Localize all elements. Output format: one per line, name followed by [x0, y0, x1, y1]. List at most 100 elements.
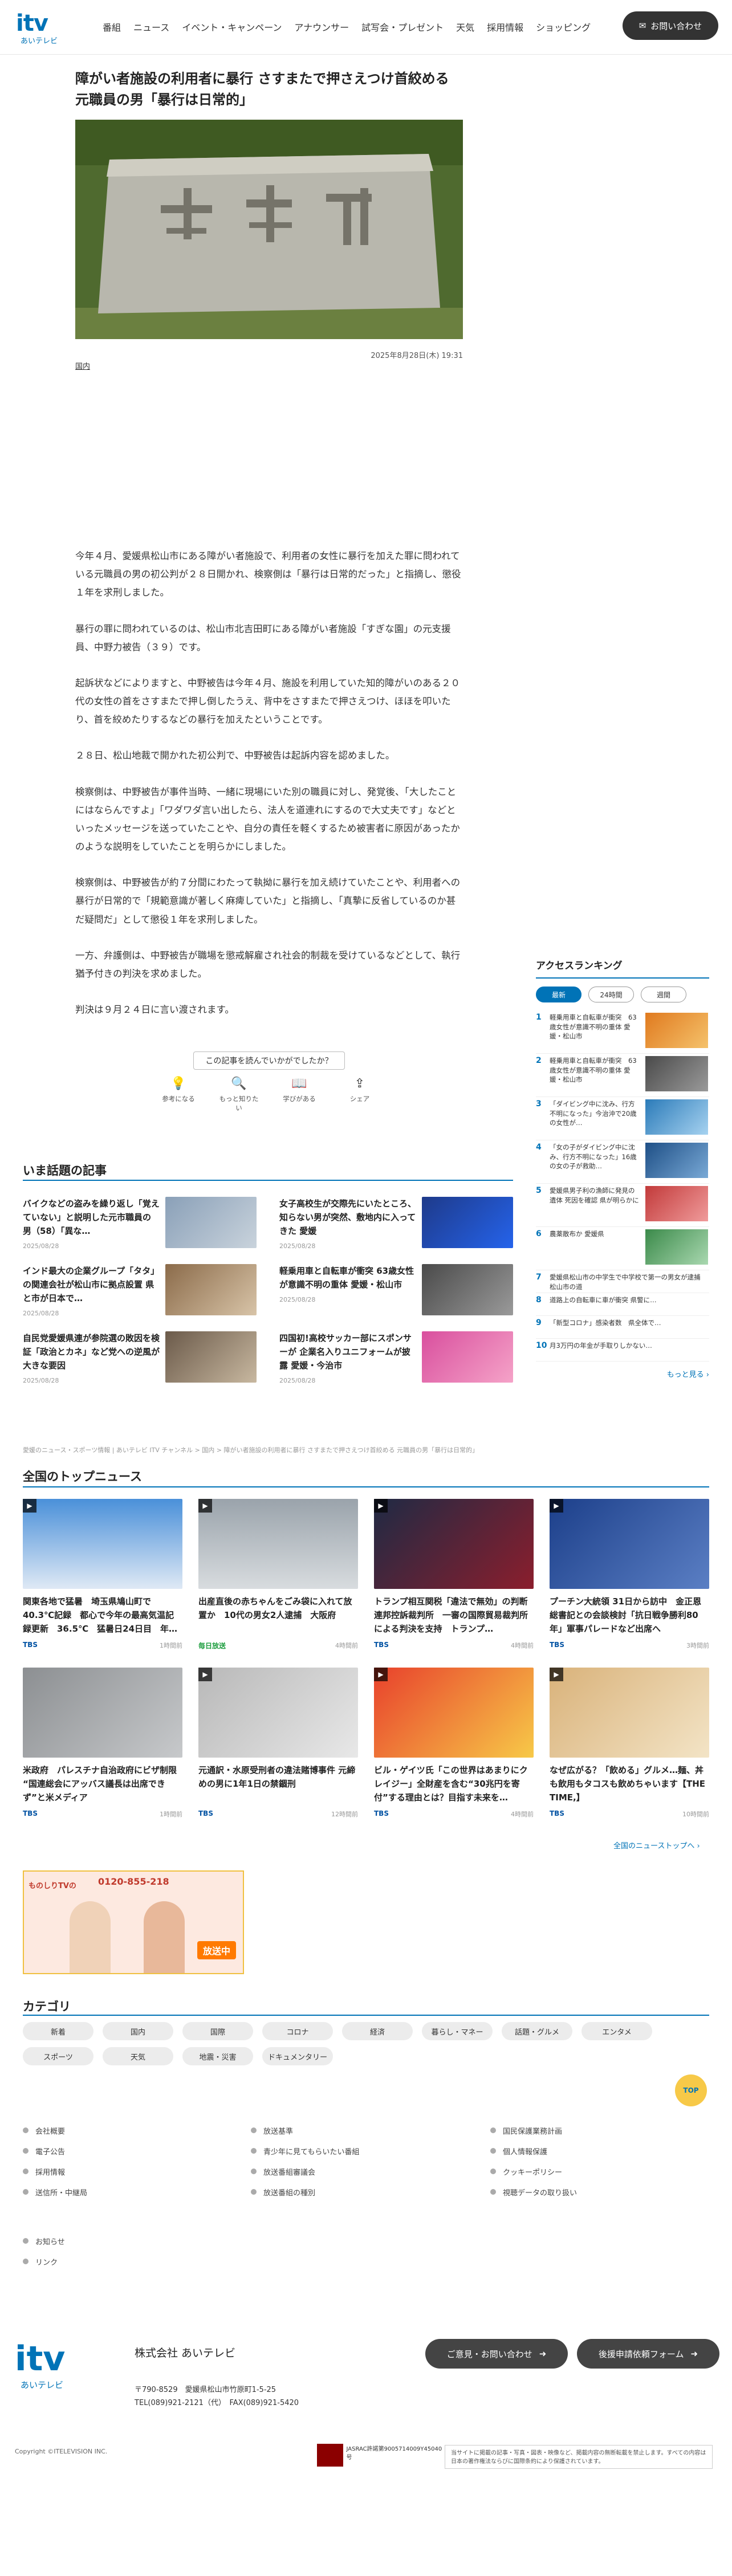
footer-col: 会社概要 電子公告 採用情報 送信所・中継局	[23, 2120, 87, 2202]
footer-link[interactable]: 青少年に見てもらいたい番組	[251, 2141, 359, 2161]
ranking-more-link[interactable]: もっと見る ›	[536, 1368, 709, 1379]
trending-list: バイクなどの盗みを繰り返し「覚えていない」と説明した元市職員の男（58）「異な……	[23, 1197, 513, 1399]
ranking-item[interactable]: 8 道路上の自転車に車が衝突 県警に…	[536, 1293, 709, 1316]
tab-weekly[interactable]: 週間	[641, 987, 686, 1002]
footer-link[interactable]: 国民保護業務計画	[490, 2120, 577, 2141]
footer-link[interactable]: 視聴データの取り扱い	[490, 2182, 577, 2202]
category-chip[interactable]: 話題・グルメ	[502, 2022, 572, 2040]
feedback-question: この記事を読んでいかがでしたか？	[193, 1051, 345, 1070]
ranking-item[interactable]: 6 農薬散布か 愛媛県	[536, 1227, 709, 1270]
site-logo[interactable]: itv あいテレビ	[16, 10, 80, 46]
ranking-title: 道路上の自転車に車が衝突 県警に…	[550, 1296, 657, 1304]
ranking-item[interactable]: 10 月3万円の年金が手取りしかない…	[536, 1339, 709, 1362]
category-chip[interactable]: 天気	[103, 2047, 173, 2065]
feedback-helpful-button[interactable]: 💡 参考になる	[157, 1077, 200, 1112]
trending-item[interactable]: 自民党愛媛県連が参院選の敗因を検証「政治とカネ」など党への逆風が大きな要因 202…	[23, 1331, 257, 1393]
nav-weather[interactable]: 天気	[456, 20, 474, 34]
category-chip[interactable]: 新着	[23, 2022, 93, 2040]
news-card[interactable]: ▶ ビル・ゲイツ氏「この世界はあまりにクレイジー」全財産を含む“30兆円を寄付”す…	[374, 1668, 534, 1819]
footer-link[interactable]: リンク	[23, 2251, 65, 2272]
category-chip[interactable]: 地震・災害	[182, 2047, 253, 2065]
ranking-item[interactable]: 4 「女の子がダイビング中に沈み、行方不明になった」16歳の女の子が救助…	[536, 1140, 709, 1184]
footer-logo[interactable]: itv あいテレビ	[15, 2339, 123, 2390]
footer-link[interactable]: 放送番組審議会	[251, 2161, 359, 2182]
nav-shopping[interactable]: ショッピング	[536, 20, 591, 34]
category-chip[interactable]: エンタメ	[581, 2022, 652, 2040]
contact-button[interactable]: ✉ お問い合わせ	[623, 11, 718, 40]
trending-item[interactable]: インド最大の企業グループ「タタ」の関連会社が松山市に拠点設置 県と市が日本で… 2…	[23, 1264, 257, 1326]
footer-link[interactable]: 電子公告	[23, 2141, 87, 2161]
ranking-item[interactable]: 2 軽乗用車と自転車が衝突 63歳女性が意識不明の重体 愛媛・松山市	[536, 1054, 709, 1097]
trending-date: 2025/08/28	[23, 1310, 59, 1317]
footer-link-label: 放送基準	[263, 2127, 294, 2136]
categories-heading: カテゴリ	[23, 2000, 71, 2013]
news-card[interactable]: ▶ トランプ相互関税「違法で無効」の判断 連邦控訴裁判所 一審の国際貿易裁判所によ…	[374, 1499, 534, 1650]
footer-link[interactable]: クッキーポリシー	[490, 2161, 577, 2182]
share-button[interactable]: ⇪ シェア	[338, 1077, 381, 1112]
nav-programs[interactable]: 番組	[103, 20, 121, 34]
footer-logo-text: itv	[15, 2339, 66, 2379]
sponsorship-form-button[interactable]: 後援申請依頼フォーム ➜	[577, 2339, 719, 2369]
ranking-item[interactable]: 9 「新型コロナ」感染者数 県全体で…	[536, 1316, 709, 1339]
category-chip[interactable]: 国際	[182, 2022, 253, 2040]
corp-tel: TEL(089)921-2121（代） FAX(089)921-5420	[135, 2398, 299, 2407]
news-card[interactable]: ▶ プーチン大統領 31日から訪中 金正恩総書記との会談検討「抗日戦争勝利80年」…	[550, 1499, 709, 1650]
news-card[interactable]: 米政府 パレスチナ自治政府にビザ制限 “国連総会にアッバス議長は出席できず”と米…	[23, 1668, 182, 1819]
category-chip[interactable]: ドキュメンタリー	[262, 2047, 333, 2065]
footer-link[interactable]: 採用情報	[23, 2161, 87, 2182]
trending-item[interactable]: 軽乗用車と自転車が衝突 63歳女性が意識不明の重体 愛媛・松山市 2025/08/…	[279, 1264, 513, 1326]
feedback-learn-button[interactable]: 📖 学びがある	[278, 1077, 321, 1112]
rank-number: 2	[536, 1056, 542, 1065]
footer-link[interactable]: 個人情報保護	[490, 2141, 577, 2161]
ranking-item[interactable]: 7 愛媛県松山市の中学生で中学校で第一の男女が逮捕 松山市の道	[536, 1270, 709, 1293]
category-chip[interactable]: 経済	[342, 2022, 413, 2040]
trending-item[interactable]: バイクなどの盗みを繰り返し「覚えていない」と説明した元市職員の男（58）「異な……	[23, 1197, 257, 1258]
trending-item[interactable]: 四国初!高校サッカー部にスポンサーが 企業名入りユニフォームが披露 愛媛・今治市…	[279, 1331, 513, 1393]
ranking-item[interactable]: 1 軽乗用車と自転車が衝突 63歳女性が意識不明の重体 愛媛・松山市	[536, 1010, 709, 1054]
news-card[interactable]: ▶ 元通訳・水原受刑者の違法賭博事件 元締めの男に1年1日の禁錮刑 TBS 12時間前	[198, 1668, 358, 1819]
footer-link[interactable]: お知らせ	[23, 2231, 65, 2251]
nav-news[interactable]: ニュース	[133, 20, 169, 34]
trending-item[interactable]: 女子高校生が交際先にいたところ、知らない男が突然、敷地内に入ってきた 愛媛 202…	[279, 1197, 513, 1258]
nav-events[interactable]: イベント・キャンペーン	[182, 20, 282, 34]
footer-link[interactable]: 放送基準	[251, 2120, 359, 2141]
news-card[interactable]: ▶ 出産直後の赤ちゃんをごみ袋に入れて放置か 10代の男女2人逮捕 大阪府 毎日放送…	[198, 1499, 358, 1650]
tab-latest[interactable]: 最新	[536, 987, 581, 1002]
ranking-item[interactable]: 5 愛媛県男子利の漁師に発見の遺体 死因を確認 県が明らかに	[536, 1184, 709, 1227]
contact-label: お問い合わせ	[650, 21, 702, 31]
ranking-title: 軽乗用車と自転車が衝突 63歳女性が意識不明の重体 愛媛・松山市	[550, 1013, 637, 1041]
footer-link[interactable]: 会社概要	[23, 2120, 87, 2141]
ranking-item[interactable]: 3 「ダイビング中に沈み、行方不明になった」今治沖で20歳の女性が…	[536, 1097, 709, 1140]
nav-presents[interactable]: 試写会・プレゼント	[361, 20, 444, 34]
feedback-contact-button[interactable]: ご意見・お問い合わせ ➜	[425, 2339, 568, 2369]
news-card[interactable]: ▶ 関東各地で猛暑 埼玉県鳩山町で40.3℃記録 都心で今年の最高気温記録更新 3…	[23, 1499, 182, 1650]
nav-recruit[interactable]: 採用情報	[487, 20, 523, 34]
tab-24h[interactable]: 24時間	[588, 987, 634, 1002]
category-chip[interactable]: 暮らし・マネー	[422, 2022, 493, 2040]
global-nav: 番組 ニュース イベント・キャンペーン アナウンサー 試写会・プレゼント 天気 …	[103, 20, 591, 34]
category-chip[interactable]: 国内	[103, 2022, 173, 2040]
footer-link[interactable]: 送信所・中継局	[23, 2182, 87, 2202]
category-chip[interactable]: スポーツ	[23, 2047, 93, 2065]
footer-link[interactable]: 放送番組の種別	[251, 2182, 359, 2202]
footer-link-label: 電子公告	[35, 2147, 66, 2157]
feedback-panel: この記事を読んでいかがでしたか？ 💡 参考になる 🔍 もっと知りたい 📖 学びがある …	[75, 1051, 463, 1112]
news-title: 米政府 パレスチナ自治政府にビザ制限 “国連総会にアッバス議長は出席できず”と米…	[23, 1765, 177, 1803]
top-news-more-link[interactable]: 全国のニューストップへ ›	[613, 1840, 700, 1851]
article-body: 今年４月、愛媛県松山市にある障がい者施設で、利用者の女性に暴行を加えた罪に問われ…	[75, 547, 463, 1037]
play-icon: ▶	[23, 1499, 36, 1513]
footer-col: 国民保護業務計画 個人情報保護 クッキーポリシー 視聴データの取り扱い	[490, 2120, 577, 2202]
corp-info: 株式会社 あいテレビ 〒790-8529 愛媛県松山市竹原町1-5-25 TEL…	[135, 2345, 299, 2410]
play-icon: ▶	[374, 1499, 388, 1513]
ad-banner[interactable]: ものしりTVの 0120-855-218 放送中	[23, 1870, 244, 1974]
nav-announcers[interactable]: アナウンサー	[294, 20, 349, 34]
trending-title: インド最大の企業グループ「タタ」の関連会社が松山市に拠点設置 県と市が日本で…	[23, 1266, 160, 1303]
feedback-more-button[interactable]: 🔍 もっと知りたい	[217, 1077, 261, 1112]
news-card[interactable]: ▶ なぜ広がる？「飲める」グルメ…麺、丼も飲用もタコスも飲めちゃいます【THE T…	[550, 1668, 709, 1819]
category-chip[interactable]: コロナ	[262, 2022, 333, 2040]
news-title: トランプ相互関税「違法で無効」の判断 連邦控訴裁判所 一審の国際貿易裁判所による…	[374, 1596, 534, 1634]
footer-link-label: 放送番組の種別	[263, 2188, 316, 2198]
back-to-top-button[interactable]: TOP	[673, 2074, 709, 2137]
category-link[interactable]: 国内	[75, 362, 90, 371]
news-source: TBS	[374, 1809, 389, 1817]
